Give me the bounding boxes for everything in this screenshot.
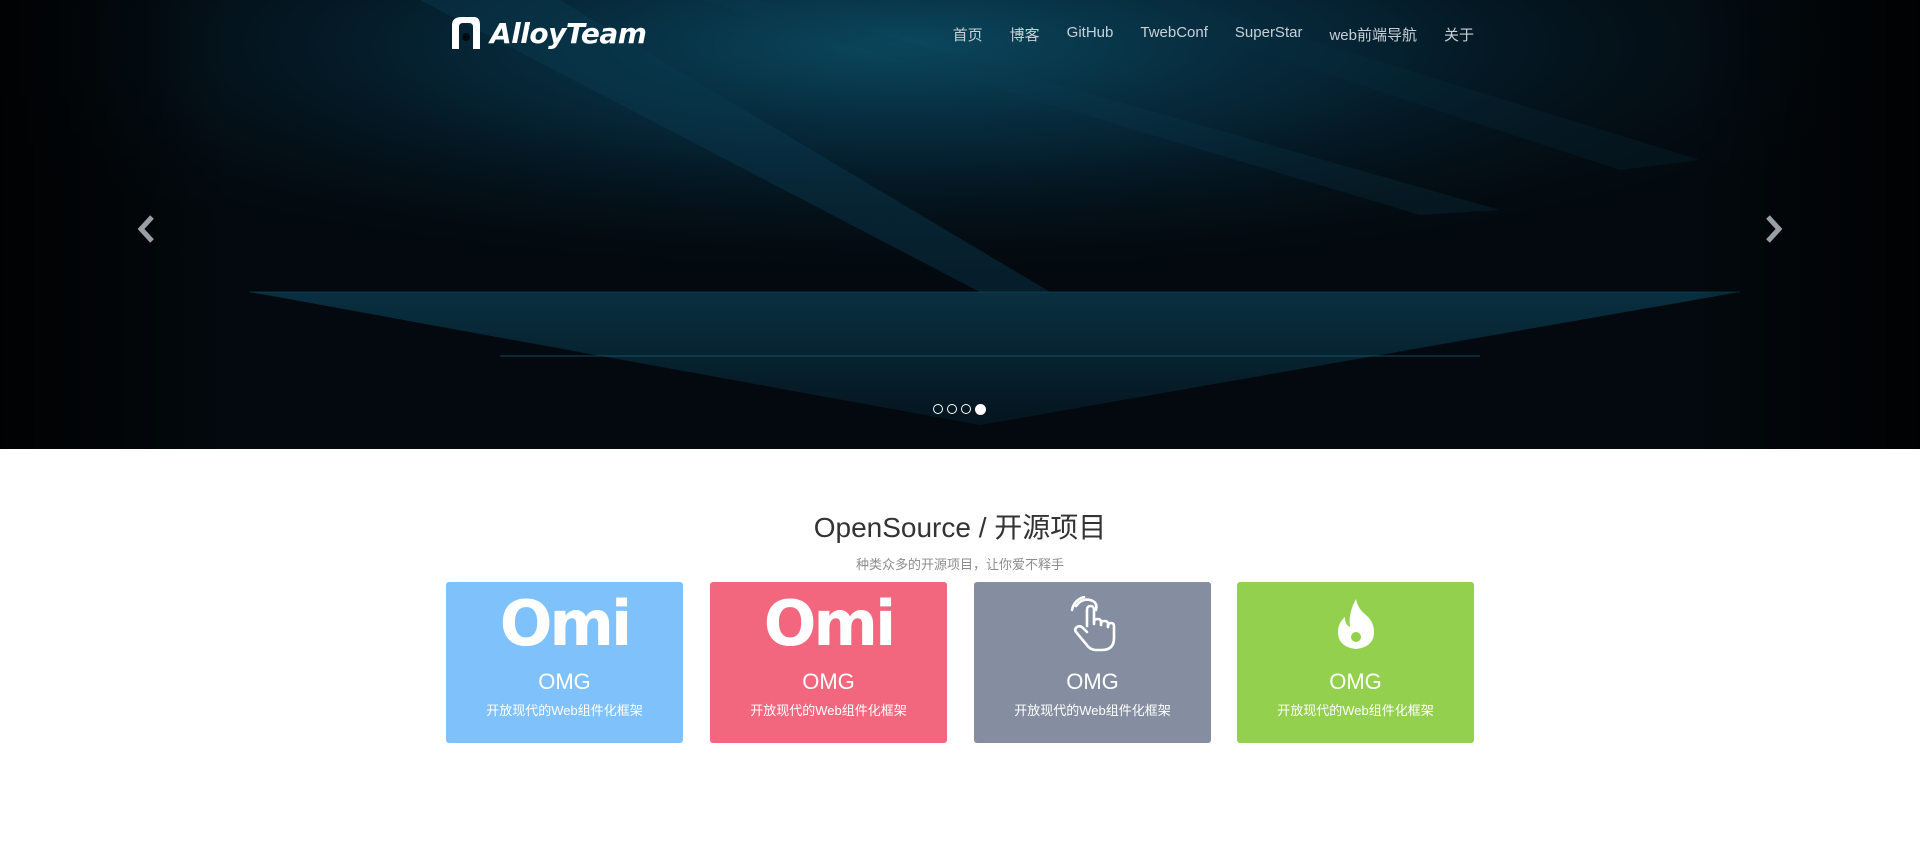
main-nav: 首页 博客 GitHub TwebConf SuperStar web前端导航 … xyxy=(953,24,1474,45)
project-description: 开放现代的Web组件化框架 xyxy=(750,703,907,718)
hand-pointer-icon-svg xyxy=(1070,596,1115,652)
project-name: OMG xyxy=(538,669,591,694)
project-card[interactable]: Omi OMG 开放现代的Web组件化框架 xyxy=(446,582,683,743)
project-description: 开放现代的Web组件化框架 xyxy=(1277,703,1434,718)
omi-logo-icon: Omi xyxy=(446,587,683,660)
project-card[interactable]: Omi OMG 开放现代的Web组件化框架 xyxy=(710,582,947,743)
carousel-dot-3[interactable] xyxy=(961,404,971,414)
project-description: 开放现代的Web组件化框架 xyxy=(1014,703,1171,718)
hero-carousel: AlloyTeam 首页 博客 GitHub TwebConf SuperSta… xyxy=(0,0,1920,449)
brand-logo[interactable]: AlloyTeam xyxy=(446,12,647,54)
carousel-dot-1[interactable] xyxy=(933,404,943,414)
nav-item-home[interactable]: 首页 xyxy=(953,24,983,45)
nav-item-superstar[interactable]: SuperStar xyxy=(1235,24,1303,45)
opensource-subtitle: 种类众多的开源项目，让你爱不释手 xyxy=(855,557,1064,572)
omi-logo-text: Omi xyxy=(499,587,633,660)
nav-item-twebconf[interactable]: TwebConf xyxy=(1140,24,1208,45)
flame-icon-svg xyxy=(1337,599,1374,649)
nav-item-web-nav[interactable]: web前端导航 xyxy=(1329,24,1417,45)
project-description: 开放现代的Web组件化框架 xyxy=(486,703,643,718)
alloyteam-logo-icon xyxy=(452,17,480,49)
nav-item-github[interactable]: GitHub xyxy=(1067,24,1114,45)
carousel-indicators xyxy=(933,403,986,415)
carousel-dot-4[interactable] xyxy=(975,403,986,415)
nav-item-blog[interactable]: 博客 xyxy=(1010,24,1040,45)
chevron-right-icon xyxy=(1766,215,1783,243)
opensource-title: OpenSource / 开源项目 xyxy=(813,512,1107,543)
nav-item-about[interactable]: 关于 xyxy=(1444,24,1474,45)
carousel-dot-2[interactable] xyxy=(947,404,957,414)
brand-name: AlloyTeam xyxy=(490,16,647,50)
opensource-card-list: Omi OMG 开放现代的Web组件化框架 Omi OMG 开放现代的Web组件… xyxy=(446,582,1474,743)
project-card[interactable]: OMG 开放现代的Web组件化框架 xyxy=(1237,582,1474,743)
project-card[interactable]: OMG 开放现代的Web组件化框架 xyxy=(974,582,1211,743)
carousel-next-button[interactable] xyxy=(1760,214,1786,244)
top-navigation-bar: AlloyTeam 首页 博客 GitHub TwebConf SuperSta… xyxy=(0,0,1920,70)
hand-pointer-icon xyxy=(974,594,1211,654)
omi-logo-icon: Omi xyxy=(710,587,947,660)
project-name: OMG xyxy=(802,669,855,694)
project-name: OMG xyxy=(1066,669,1119,694)
carousel-prev-button[interactable] xyxy=(134,214,160,244)
project-name: OMG xyxy=(1329,669,1382,694)
flame-icon xyxy=(1237,594,1474,654)
chevron-left-icon xyxy=(137,215,154,243)
omi-logo-text: Omi xyxy=(763,587,897,660)
